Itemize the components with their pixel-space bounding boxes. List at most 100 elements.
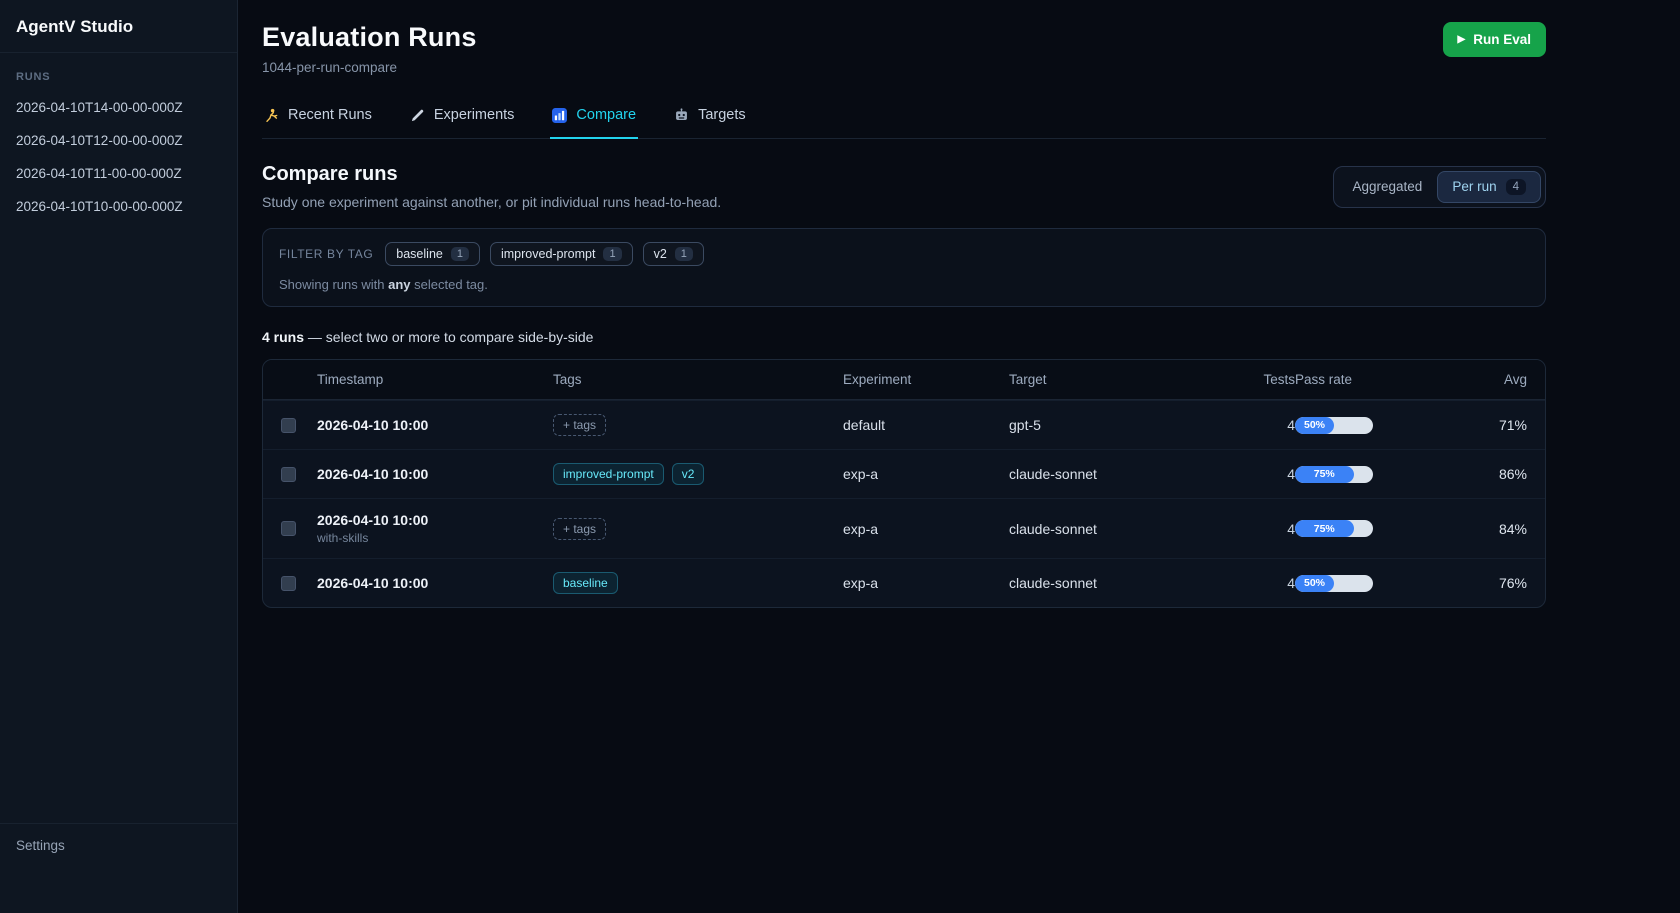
- table-row: 2026-04-10 10:00 with-skills + tags exp-…: [263, 498, 1545, 558]
- target-cell: gpt-5: [1009, 417, 1235, 433]
- experiment-cell: exp-a: [843, 466, 1009, 482]
- experiment-cell: exp-a: [843, 521, 1009, 537]
- run-eval-label: Run Eval: [1473, 32, 1531, 47]
- col-experiment: Experiment: [843, 372, 1009, 387]
- target-cell: claude-sonnet: [1009, 521, 1235, 537]
- filter-note: Showing runs with any selected tag.: [279, 277, 1529, 292]
- compare-description: Study one experiment against another, or…: [262, 194, 721, 210]
- col-target: Target: [1009, 372, 1235, 387]
- run-label: with-skills: [317, 531, 553, 545]
- tab-label: Compare: [576, 107, 636, 123]
- tests-cell: 4: [1235, 466, 1295, 482]
- table-header-row: Timestamp Tags Experiment Target Tests P…: [263, 360, 1545, 400]
- filter-tag-chip[interactable]: v2 1: [643, 242, 704, 266]
- page-title: Evaluation Runs: [262, 22, 477, 53]
- tests-cell: 4: [1235, 417, 1295, 433]
- runs-section-label: RUNS: [0, 53, 237, 91]
- tag-chip: improved-prompt: [553, 463, 664, 485]
- pencil-icon: [410, 108, 425, 123]
- per-run-count-badge: 4: [1506, 179, 1526, 195]
- filter-note-emphasis: any: [388, 277, 410, 292]
- timestamp-cell: 2026-04-10 10:00: [317, 466, 553, 482]
- tag-list: improved-prompt v2: [553, 463, 704, 485]
- filter-tag-chip[interactable]: baseline 1: [385, 242, 480, 266]
- play-icon: ▶: [1458, 35, 1466, 45]
- timestamp-cell: 2026-04-10 10:00: [317, 417, 553, 433]
- timestamp-cell: 2026-04-10 10:00: [317, 575, 553, 591]
- run-eval-button[interactable]: ▶ Run Eval: [1443, 22, 1546, 57]
- tab-compare[interactable]: Compare: [550, 99, 638, 139]
- target-cell: claude-sonnet: [1009, 466, 1235, 482]
- col-tests: Tests: [1235, 372, 1295, 387]
- compare-title: Compare runs: [262, 163, 721, 186]
- experiment-cell: exp-a: [843, 575, 1009, 591]
- pass-rate-bar: 75%: [1295, 520, 1373, 537]
- add-tags-button[interactable]: + tags: [553, 414, 606, 436]
- tab-targets[interactable]: Targets: [672, 99, 748, 139]
- filter-tag-count-badge: 1: [675, 247, 693, 261]
- toggle-per-run[interactable]: Per run 4: [1437, 171, 1541, 203]
- pass-rate-bar: 50%: [1295, 575, 1373, 592]
- filter-tag-count-badge: 1: [603, 247, 621, 261]
- app-title: AgentV Studio: [0, 0, 237, 53]
- col-pass-rate: Pass rate: [1295, 372, 1445, 387]
- tags-cell: + tags: [553, 414, 843, 436]
- pass-rate-fill: 50%: [1295, 417, 1334, 434]
- filter-tag-count-badge: 1: [451, 247, 469, 261]
- avg-cell: 76%: [1445, 575, 1527, 591]
- tests-cell: 4: [1235, 575, 1295, 591]
- pass-rate-cell: 75%: [1295, 466, 1445, 483]
- runs-table-body: 2026-04-10 10:00 + tags default gpt-5 4 …: [263, 400, 1545, 607]
- sidebar-run-item[interactable]: 2026-04-10T11-00-00-000Z: [0, 157, 237, 190]
- run-timestamp: 2026-04-10 10:00: [317, 575, 553, 591]
- page-subtitle: 1044-per-run-compare: [262, 60, 477, 75]
- pass-rate-bar: 75%: [1295, 466, 1373, 483]
- sidebar: AgentV Studio RUNS 2026-04-10T14-00-00-0…: [0, 0, 238, 913]
- table-row: 2026-04-10 10:00 baseline exp-a claude-s…: [263, 558, 1545, 607]
- tag-list: baseline: [553, 572, 618, 594]
- toggle-aggregated-label: Aggregated: [1353, 179, 1423, 194]
- sidebar-run-item[interactable]: 2026-04-10T10-00-00-000Z: [0, 190, 237, 223]
- avg-cell: 86%: [1445, 466, 1527, 482]
- avg-cell: 84%: [1445, 521, 1527, 537]
- pass-rate-cell: 50%: [1295, 417, 1445, 434]
- experiment-cell: default: [843, 417, 1009, 433]
- tags-cell: + tags: [553, 518, 843, 540]
- pass-rate-fill: 75%: [1295, 466, 1354, 483]
- view-mode-toggle: Aggregated Per run 4: [1333, 166, 1547, 208]
- filter-tag-chip[interactable]: improved-prompt 1: [490, 242, 633, 266]
- add-tags-button[interactable]: + tags: [553, 518, 606, 540]
- tab-recent-runs[interactable]: Recent Runs: [262, 99, 374, 139]
- run-timestamp: 2026-04-10 10:00: [317, 466, 553, 482]
- pass-rate-fill: 75%: [1295, 520, 1354, 537]
- tab-experiments[interactable]: Experiments: [408, 99, 517, 139]
- row-checkbox[interactable]: [281, 418, 296, 433]
- runs-table: Timestamp Tags Experiment Target Tests P…: [262, 359, 1546, 608]
- sidebar-run-item[interactable]: 2026-04-10T14-00-00-000Z: [0, 91, 237, 124]
- tag-chip: v2: [672, 463, 705, 485]
- page-header: Evaluation Runs 1044-per-run-compare ▶ R…: [262, 22, 1546, 75]
- compare-header: Compare runs Study one experiment agains…: [262, 163, 1546, 210]
- bar-chart-icon: [552, 108, 567, 123]
- filter-tag-name: baseline: [396, 247, 443, 261]
- row-checkbox[interactable]: [281, 576, 296, 591]
- tag-chip: baseline: [553, 572, 618, 594]
- tags-cell: baseline: [553, 572, 843, 594]
- settings-link[interactable]: Settings: [16, 838, 221, 853]
- row-checkbox[interactable]: [281, 521, 296, 536]
- tags-cell: improved-prompt v2: [553, 463, 843, 485]
- tab-bar: Recent Runs Experiments Compare Targets: [262, 99, 1546, 139]
- toggle-aggregated[interactable]: Aggregated: [1338, 171, 1438, 202]
- pass-rate-fill: 50%: [1295, 575, 1334, 592]
- pass-rate-bar: 50%: [1295, 417, 1373, 434]
- pass-rate-label: 50%: [1304, 577, 1325, 589]
- robot-icon: [674, 108, 689, 123]
- sidebar-run-item[interactable]: 2026-04-10T12-00-00-000Z: [0, 124, 237, 157]
- sidebar-spacer: [0, 223, 237, 823]
- checkbox-cell: [263, 576, 317, 591]
- table-row: 2026-04-10 10:00 + tags default gpt-5 4 …: [263, 400, 1545, 449]
- row-checkbox[interactable]: [281, 467, 296, 482]
- runs-count: 4 runs: [262, 329, 304, 345]
- pass-rate-label: 75%: [1314, 523, 1335, 535]
- checkbox-cell: [263, 418, 317, 433]
